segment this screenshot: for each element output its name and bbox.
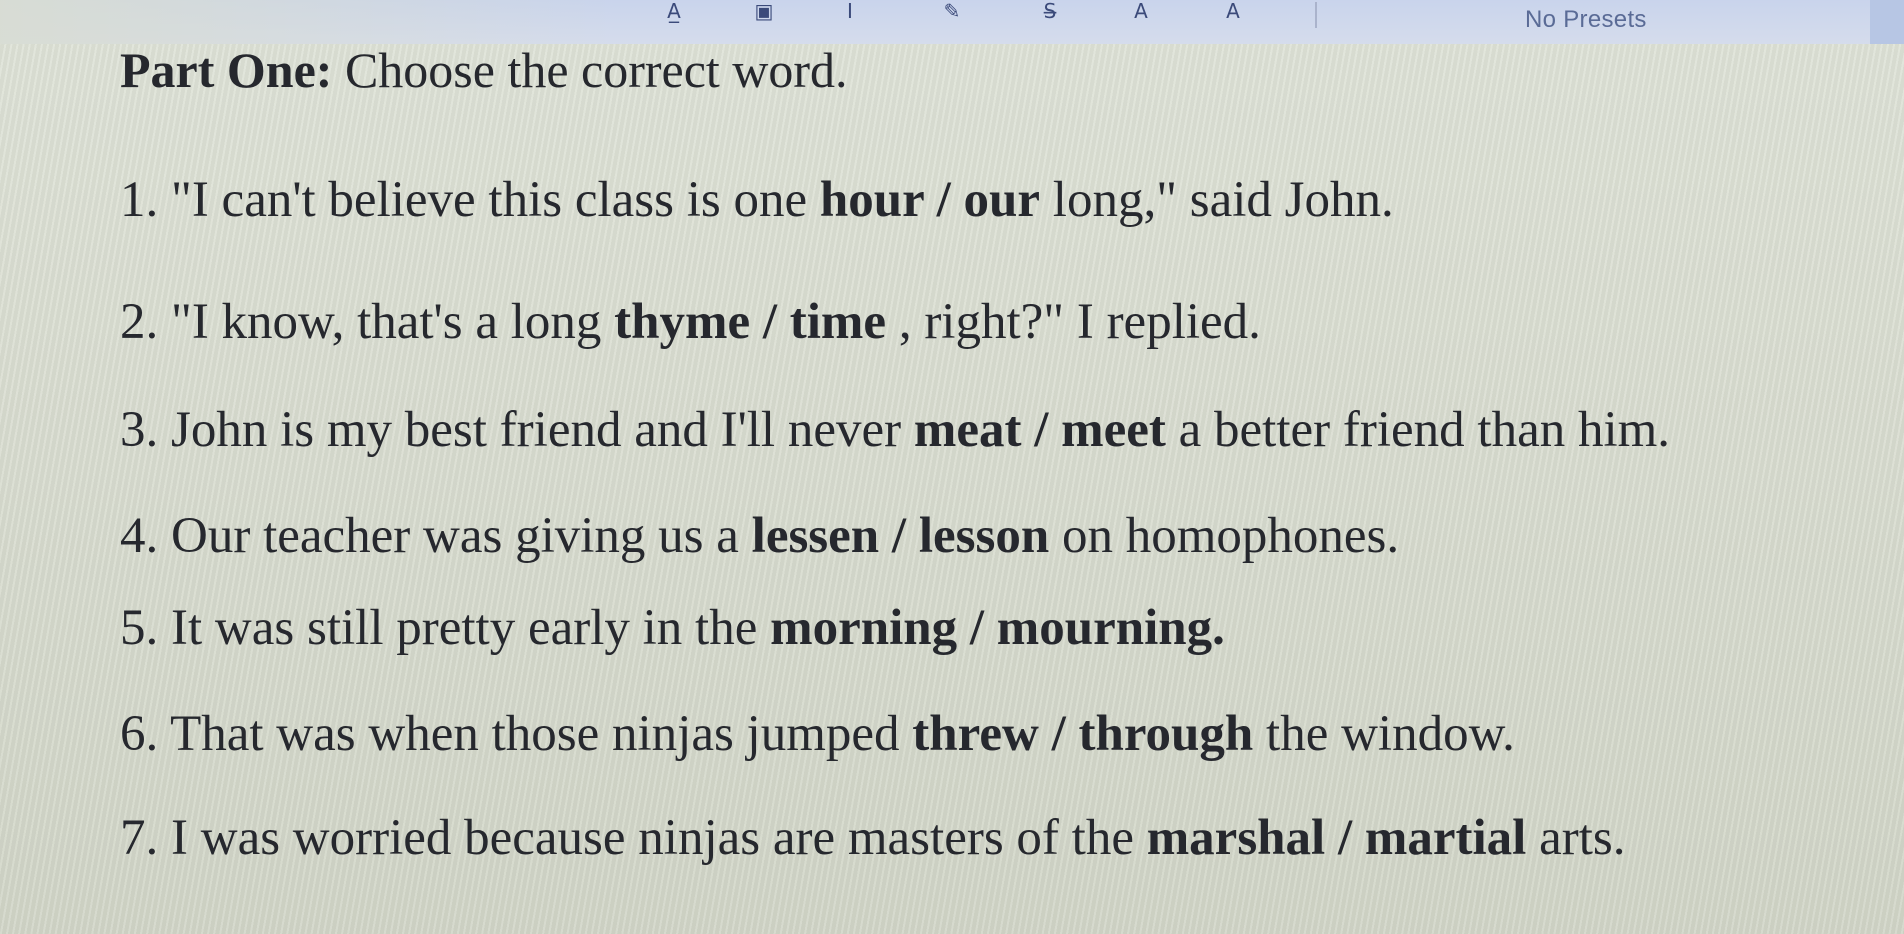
question-text-after: on homophones. [1049, 508, 1400, 564]
question-text-before: That was when those ninjas jumped [170, 706, 913, 762]
question-number: 3. [120, 402, 171, 458]
question-item: 1. "I can't believe this class is one ho… [120, 170, 1394, 230]
word-choice: thyme / time [614, 294, 887, 350]
question-text-after: arts. [1526, 810, 1626, 866]
question-number: 5. [120, 600, 171, 656]
question-text-before: John is my best friend and I'll never [171, 402, 914, 458]
question-item: 4. Our teacher was giving us a lessen / … [120, 506, 1399, 566]
worksheet: Part One: Choose the correct word. 1. "I… [0, 0, 1904, 934]
question-item: 3. John is my best friend and I'll never… [120, 400, 1670, 460]
question-text-before: "I know, that's a long [171, 294, 615, 350]
question-text-before: "I can't believe this class is one [171, 172, 820, 228]
question-text-before: I was worried because ninjas are masters… [171, 810, 1147, 866]
question-number: 2. [120, 294, 171, 350]
question-item: 7. I was worried because ninjas are mast… [120, 808, 1625, 868]
heading-instruction: Choose the correct word. [332, 42, 848, 98]
worksheet-heading: Part One: Choose the correct word. [120, 40, 848, 100]
question-text-after: a better friend than him. [1165, 402, 1671, 458]
word-choice: lessen / lesson [751, 508, 1050, 564]
question-item: 2. "I know, that's a long thyme / time ,… [120, 292, 1261, 352]
word-choice: meat / meet [913, 402, 1166, 458]
question-text-after: the window. [1253, 706, 1515, 762]
question-text-before: It was still pretty early in the [171, 600, 771, 656]
question-number: 1. [120, 172, 171, 228]
word-choice: hour / our [819, 172, 1041, 228]
word-choice: marshal / martial [1146, 810, 1527, 866]
question-text-after: long," said John. [1040, 172, 1394, 228]
question-item: 5. It was still pretty early in the morn… [120, 598, 1225, 658]
question-item: 6. That was when those ninjas jumped thr… [120, 704, 1515, 764]
word-choice: threw / through [912, 706, 1254, 762]
question-number: 4. [120, 508, 171, 564]
question-text-before: Our teacher was giving us a [171, 508, 752, 564]
question-text-after: , right?" I replied. [886, 294, 1261, 350]
word-choice: morning / mourning. [770, 600, 1225, 656]
question-number: 7. [120, 810, 171, 866]
heading-part-label: Part One: [120, 42, 333, 98]
question-number: 6. [120, 706, 171, 762]
